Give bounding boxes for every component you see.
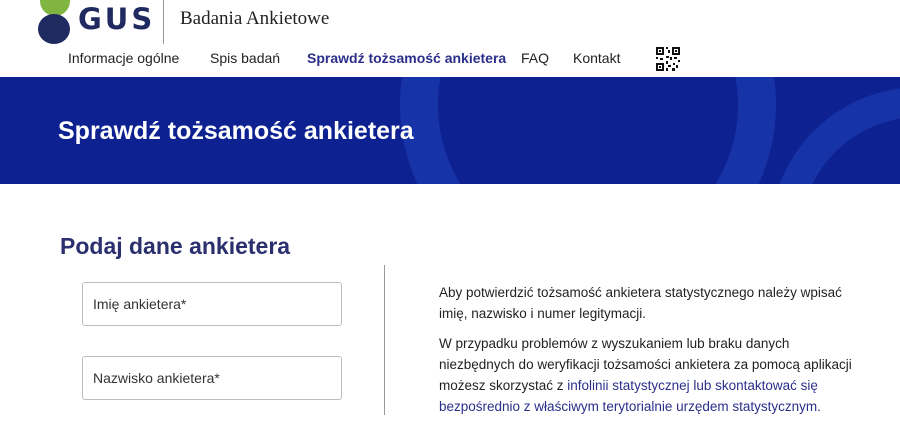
page-title: Sprawdź tożsamość ankietera bbox=[58, 117, 414, 145]
site-header: GUS Badania Ankietowe Informacje ogólne … bbox=[0, 0, 900, 77]
first-name-input[interactable] bbox=[82, 282, 342, 326]
nav-item-faq[interactable]: FAQ bbox=[521, 50, 549, 66]
info-paragraph: W przypadku problemów z wyszukaniem lub … bbox=[439, 333, 859, 417]
form-heading: Podaj dane ankietera bbox=[60, 233, 291, 259]
gus-logo[interactable]: GUS bbox=[36, 0, 168, 44]
vertical-divider bbox=[384, 265, 385, 415]
qr-code-icon[interactable] bbox=[656, 47, 680, 71]
nav-item-kontakt[interactable]: Kontakt bbox=[573, 50, 620, 66]
banner-decoration-ring bbox=[770, 87, 900, 184]
logo-navy-circle bbox=[38, 14, 70, 44]
header-divider bbox=[163, 0, 164, 44]
page-banner: Sprawdź tożsamość ankietera bbox=[0, 77, 900, 184]
banner-decoration-ring bbox=[400, 77, 776, 184]
last-name-input[interactable] bbox=[82, 356, 342, 400]
site-title[interactable]: Badania Ankietowe bbox=[180, 8, 329, 30]
main-nav: Informacje ogólne Spis badań Sprawdź toż… bbox=[0, 50, 900, 72]
info-paragraph: Aby potwierdzić tożsamość ankietera stat… bbox=[439, 285, 842, 321]
nav-item-sprawdz-tozsamosc[interactable]: Sprawdź tożsamość ankietera bbox=[307, 50, 506, 66]
nav-item-spis-badan[interactable]: Spis badań bbox=[210, 50, 280, 66]
nav-item-informacje-ogolne[interactable]: Informacje ogólne bbox=[68, 50, 179, 66]
info-panel: Aby potwierdzić tożsamość ankietera stat… bbox=[439, 282, 859, 426]
logo-text: GUS bbox=[78, 2, 156, 36]
